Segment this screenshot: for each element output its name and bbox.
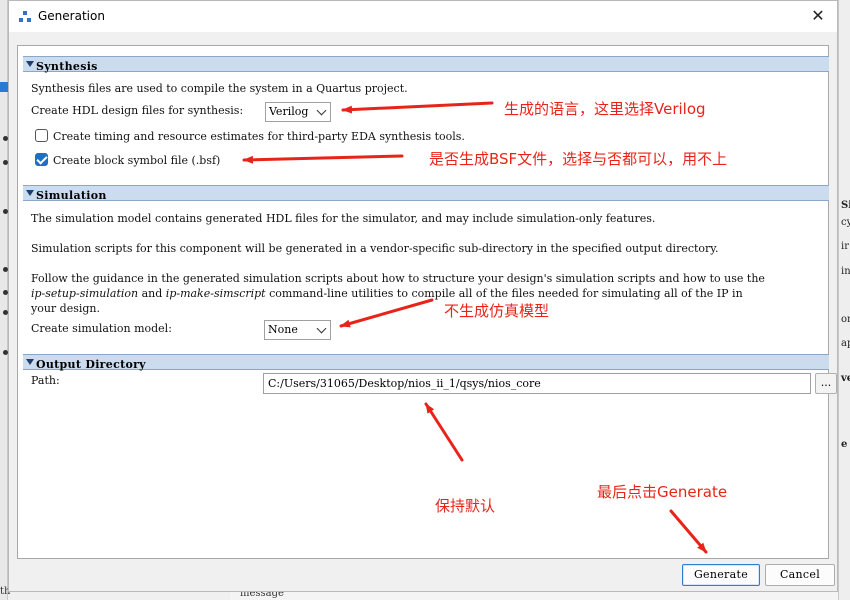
annotation-generate: 最后点击Generate: [597, 483, 728, 501]
annotation-language: 生成的语言，这里选择Verilog: [504, 100, 706, 118]
annotation-keep-default: 保持默认: [435, 497, 496, 515]
annotation-arrow-bsf: [242, 154, 404, 164]
annotation-arrow-generate: [669, 509, 708, 554]
annotation-arrow-path: [424, 402, 464, 462]
annotation-bsf: 是否生成BSF文件，选择与否都可以，用不上: [429, 150, 728, 168]
annotation-arrow-language: [341, 101, 494, 114]
annotation-simulation: 不生成仿真模型: [444, 302, 550, 320]
annotation-arrow-sim: [339, 298, 434, 328]
annotation-arrows: [242, 101, 708, 554]
